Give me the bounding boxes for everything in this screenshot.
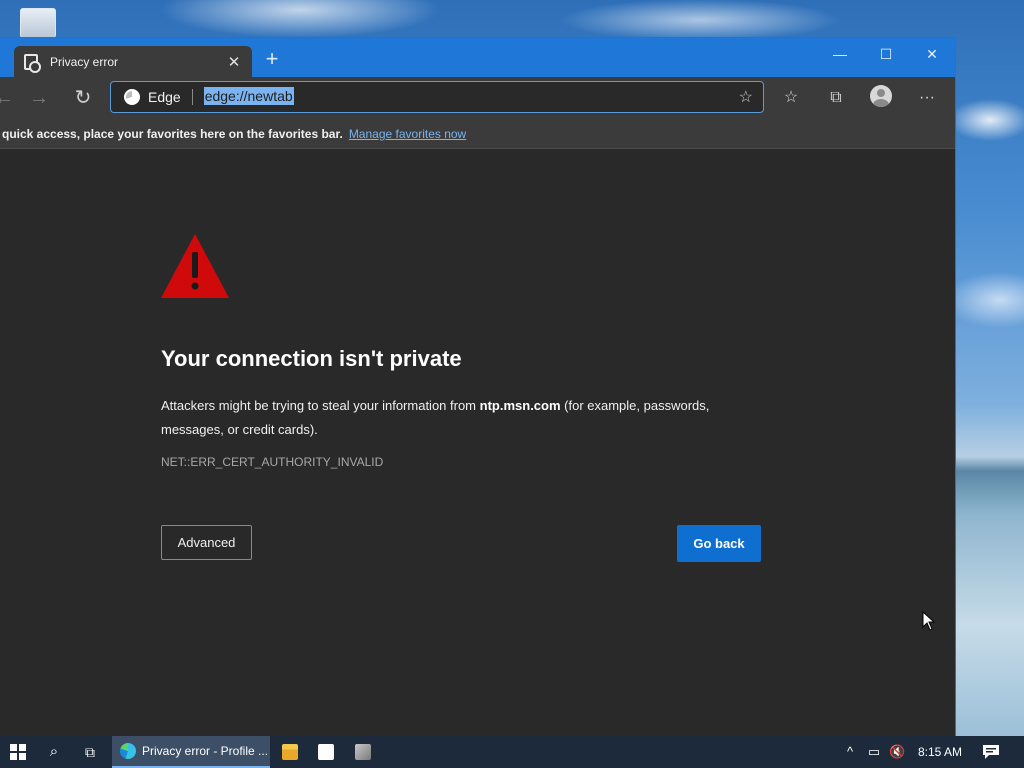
warning-triangle-icon — [161, 234, 229, 298]
url-field[interactable]: edge://newtab — [203, 87, 739, 106]
title-bar: Privacy error ✕ + — ☐ ✕ — [0, 38, 955, 77]
mouse-cursor-icon — [922, 611, 936, 631]
edge-logo-icon — [124, 89, 140, 105]
refresh-icon[interactable]: ↻ — [71, 86, 95, 110]
browser-toolbar: ← → ↻ Edge edge://newtab ☆ ☆ ⧉ ··· — [0, 77, 955, 119]
notifications-icon[interactable] — [982, 744, 1000, 760]
store-icon[interactable] — [318, 744, 334, 760]
page-icon — [24, 53, 41, 73]
address-bar[interactable]: Edge edge://newtab ☆ — [110, 81, 764, 113]
search-icon[interactable]: ⌕ — [44, 742, 64, 762]
recycle-bin-icon[interactable] — [20, 8, 56, 38]
close-icon[interactable]: ✕ — [922, 44, 942, 64]
favorites-bar: quick access, place your favorites here … — [0, 119, 955, 149]
browser-window: Privacy error ✕ + — ☐ ✕ ← → ↻ Edge edge:… — [0, 37, 956, 737]
favorites-bar-text: quick access, place your favorites here … — [2, 126, 343, 141]
edge-icon — [120, 743, 136, 759]
error-description: Attackers might be trying to steal your … — [161, 394, 761, 442]
arrow-right-icon[interactable]: → — [27, 86, 51, 110]
arrow-left-icon[interactable]: ← — [0, 86, 16, 110]
page-content: Your connection isn't private Attackers … — [0, 150, 955, 737]
minimize-icon[interactable]: — — [830, 44, 850, 64]
clock[interactable]: 8:15 AM — [918, 745, 962, 759]
taskbar-app-label: Privacy error - Profile ... — [142, 744, 269, 758]
ellipsis-icon[interactable]: ··· — [915, 87, 939, 109]
windows-start-icon[interactable] — [10, 744, 26, 760]
go-back-button[interactable]: Go back — [677, 525, 761, 562]
tab-privacy-error[interactable]: Privacy error ✕ — [14, 46, 252, 77]
file-explorer-icon[interactable] — [282, 744, 298, 760]
tab-title: Privacy error — [50, 54, 119, 69]
plus-icon[interactable]: + — [262, 48, 282, 70]
address-site-label: Edge — [148, 89, 181, 105]
task-view-icon[interactable]: ⧉ — [80, 742, 100, 762]
manage-favorites-link[interactable]: Manage favorites now — [349, 127, 466, 141]
taskbar: ⌕ ⧉ Privacy error - Profile ... ^ ▭ 🔇 8:… — [0, 736, 1024, 768]
chevron-up-icon[interactable]: ^ — [842, 744, 858, 760]
url-text[interactable]: edge://newtab — [203, 87, 294, 105]
network-icon[interactable]: ▭ — [866, 744, 882, 760]
page-title: Your connection isn't private — [161, 346, 462, 371]
maximize-icon[interactable]: ☐ — [876, 44, 896, 64]
favorites-icon[interactable]: ☆ — [779, 87, 803, 109]
close-icon[interactable]: ✕ — [226, 53, 242, 71]
app-icon[interactable] — [355, 744, 371, 760]
profile-icon[interactable] — [870, 85, 892, 107]
error-code: NET::ERR_CERT_AUTHORITY_INVALID — [161, 455, 384, 469]
taskbar-app-edge[interactable]: Privacy error - Profile ... — [112, 736, 270, 768]
advanced-button[interactable]: Advanced — [161, 525, 252, 560]
star-plus-icon[interactable]: ☆ — [739, 87, 753, 107]
address-separator — [191, 89, 193, 105]
volume-muted-icon[interactable]: 🔇 — [889, 744, 905, 760]
description-text-before: Attackers might be trying to steal your … — [161, 398, 480, 413]
collections-icon[interactable]: ⧉ — [824, 87, 848, 109]
error-host: ntp.msn.com — [479, 398, 561, 413]
